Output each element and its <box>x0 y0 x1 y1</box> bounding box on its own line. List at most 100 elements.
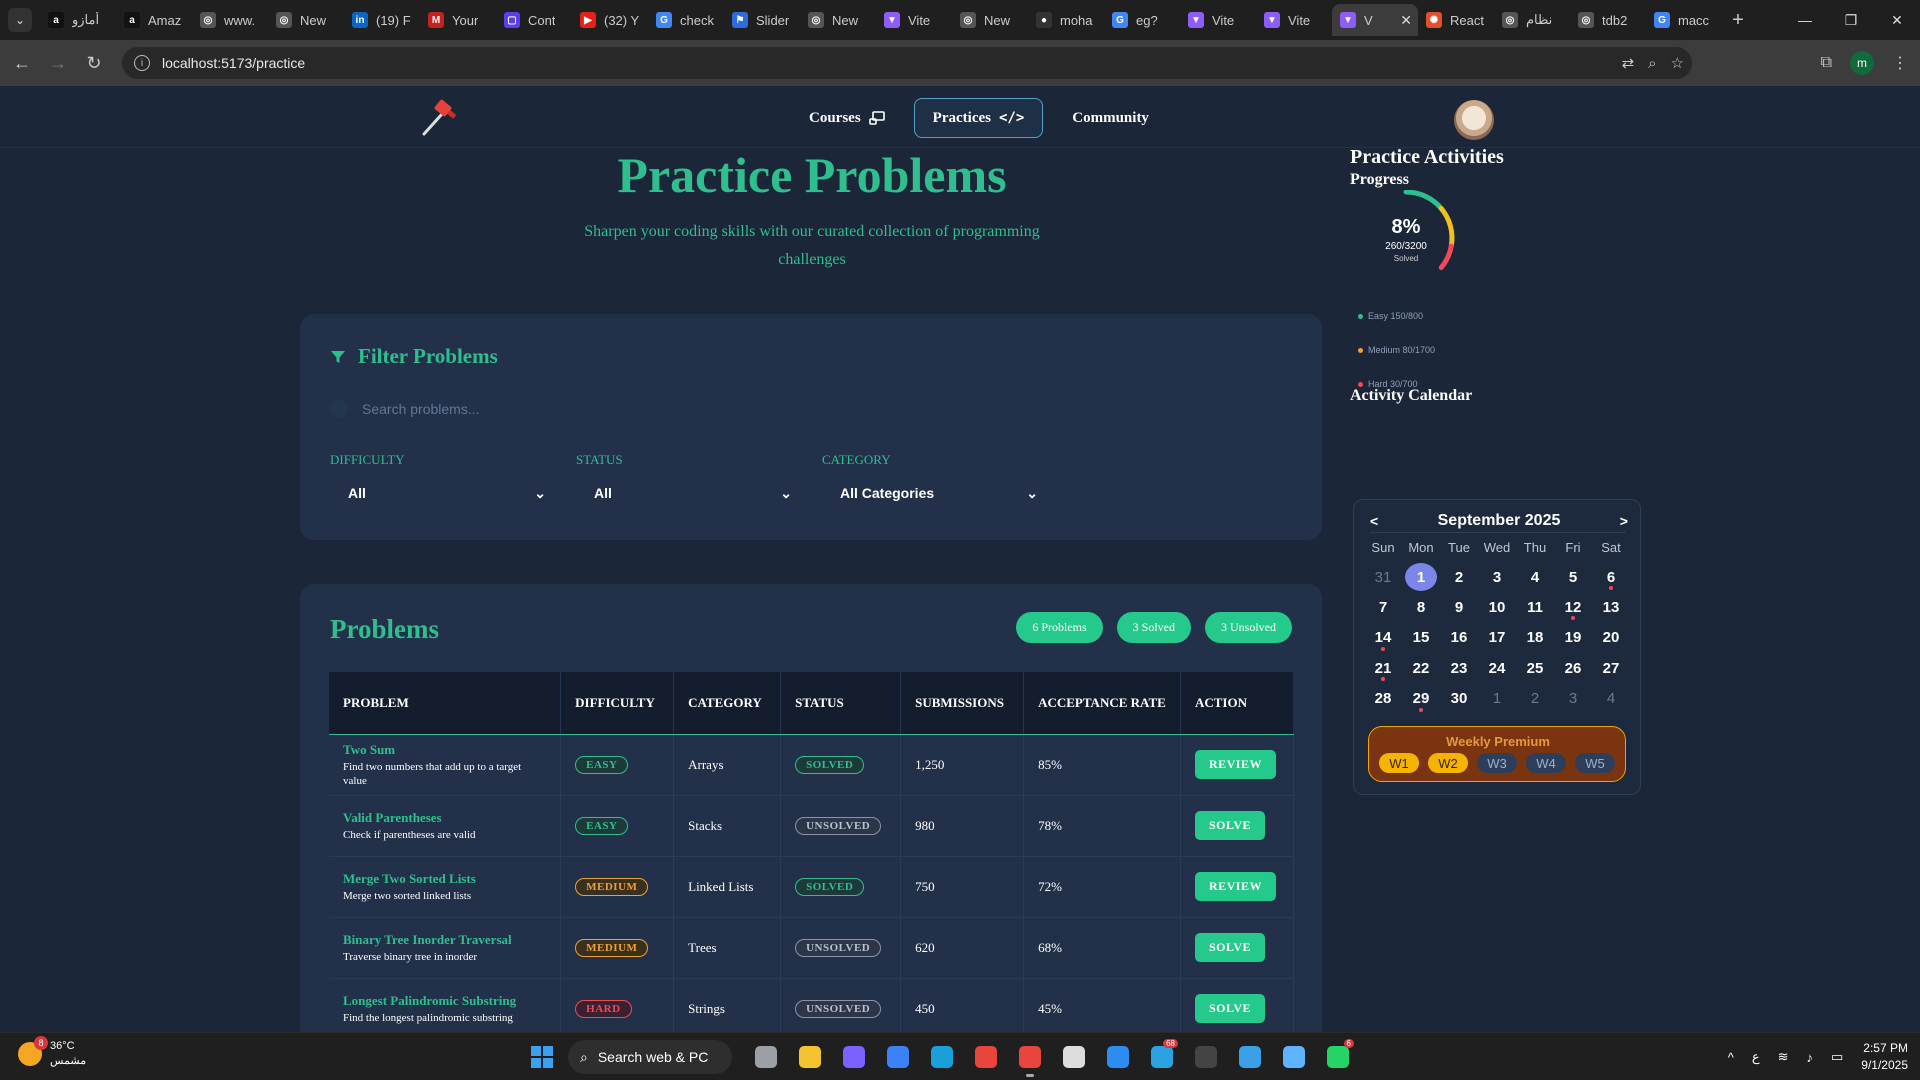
calendar-day[interactable]: 9 <box>1440 592 1478 622</box>
week-pill[interactable]: W5 <box>1575 753 1615 773</box>
taskbar-app[interactable] <box>968 1039 1004 1075</box>
problem-name[interactable]: Valid Parentheses <box>343 810 546 826</box>
nav-courses[interactable]: Courses <box>790 98 904 138</box>
search-input[interactable]: Search problems... <box>330 394 930 424</box>
calendar-day[interactable]: 2 <box>1440 562 1478 592</box>
calendar-day[interactable]: 17 <box>1478 623 1516 653</box>
browser-tab[interactable]: Gcheck <box>648 4 724 36</box>
bookmark-star-icon[interactable]: ☆ <box>1671 54 1684 72</box>
week-pill[interactable]: W2 <box>1428 753 1468 773</box>
prev-month-button[interactable]: < <box>1370 513 1378 529</box>
browser-tab[interactable]: a أمازو <box>40 4 116 36</box>
review-button[interactable]: REVIEW <box>1194 872 1276 901</box>
calendar-day[interactable]: 1 <box>1478 684 1516 714</box>
calendar-day[interactable]: 19 <box>1554 623 1592 653</box>
input-language[interactable]: ع <box>1752 1049 1760 1065</box>
browser-tab[interactable]: ● moha <box>1028 4 1104 36</box>
taskbar-app[interactable] <box>1100 1039 1136 1075</box>
problem-name[interactable]: Two Sum <box>343 742 546 758</box>
difficulty-select[interactable]: All ⌄ <box>330 476 556 510</box>
minimize-icon[interactable]: — <box>1782 0 1828 40</box>
calendar-day[interactable]: 24 <box>1478 653 1516 683</box>
wifi-icon[interactable]: ≋ <box>1778 1049 1789 1065</box>
browser-tab[interactable]: in (19) F <box>344 4 420 36</box>
browser-tab[interactable]: ✺ React <box>1418 4 1494 36</box>
start-button[interactable] <box>524 1039 560 1075</box>
browser-tab[interactable]: ◎ New <box>268 4 344 36</box>
calendar-day[interactable]: 3 <box>1478 562 1516 592</box>
problem-name[interactable]: Longest Palindromic Substring <box>343 993 546 1009</box>
browser-tab[interactable]: Gmacc <box>1646 4 1722 36</box>
browser-tab[interactable]: ◎ www. <box>192 4 268 36</box>
browser-tab[interactable]: ▼ Vite <box>1256 4 1332 36</box>
calendar-day[interactable]: 28 <box>1364 684 1402 714</box>
browser-tab[interactable]: ◎ New <box>800 4 876 36</box>
calendar-day[interactable]: 21 <box>1364 653 1402 683</box>
browser-tab[interactable]: ◎ tdb2 <box>1570 4 1646 36</box>
calendar-day[interactable]: 20 <box>1592 623 1630 653</box>
calendar-day[interactable]: 10 <box>1478 592 1516 622</box>
taskbar-app[interactable] <box>1232 1039 1268 1075</box>
volume-icon[interactable]: ♪ <box>1806 1050 1813 1065</box>
week-pill[interactable]: W4 <box>1526 753 1566 773</box>
browser-tab[interactable]: ▢ Cont <box>496 4 572 36</box>
calendar-day[interactable]: 7 <box>1364 592 1402 622</box>
close-window-icon[interactable]: ✕ <box>1874 0 1920 40</box>
new-tab-button[interactable]: + <box>1722 9 1754 32</box>
problem-name[interactable]: Binary Tree Inorder Traversal <box>343 932 546 948</box>
taskbar-search[interactable]: ⌕ Search web & PC <box>568 1040 732 1074</box>
review-button[interactable]: REVIEW <box>1194 750 1276 779</box>
calendar-day[interactable]: 4 <box>1516 562 1554 592</box>
taskbar-app[interactable]: 6 <box>1320 1039 1356 1075</box>
calendar-day[interactable]: 6 <box>1592 562 1630 592</box>
calendar-day[interactable]: 5 <box>1554 562 1592 592</box>
browser-tab[interactable]: a Amaz <box>116 4 192 36</box>
taskbar-app[interactable] <box>748 1039 784 1075</box>
problem-name[interactable]: Merge Two Sorted Lists <box>343 871 546 887</box>
week-pill[interactable]: W1 <box>1379 753 1419 773</box>
calendar-day[interactable]: 14 <box>1364 623 1402 653</box>
calendar-day[interactable]: 27 <box>1592 653 1630 683</box>
browser-tab[interactable]: ▶ (32) Y <box>572 4 648 36</box>
profile-avatar[interactable]: m <box>1850 51 1874 75</box>
status-select[interactable]: All ⌄ <box>576 476 802 510</box>
forward-button[interactable]: → <box>40 45 76 81</box>
browser-tab[interactable]: ◎ نظام <box>1494 4 1570 36</box>
calendar-day[interactable]: 8 <box>1402 592 1440 622</box>
browser-tab[interactable]: ◎ New <box>952 4 1028 36</box>
next-month-button[interactable]: > <box>1620 513 1628 529</box>
nav-community[interactable]: Community <box>1053 98 1168 138</box>
category-select[interactable]: All Categories ⌄ <box>822 476 1048 510</box>
calendar-day[interactable]: 13 <box>1592 592 1630 622</box>
taskbar-app[interactable] <box>880 1039 916 1075</box>
taskbar-app[interactable] <box>924 1039 960 1075</box>
taskbar-app[interactable] <box>836 1039 872 1075</box>
calendar-day[interactable]: 3 <box>1554 684 1592 714</box>
taskbar-app[interactable] <box>792 1039 828 1075</box>
browser-tab[interactable]: ▼ Vite <box>1180 4 1256 36</box>
calendar-day[interactable]: 18 <box>1516 623 1554 653</box>
address-bar[interactable]: i localhost:5173/practice ⇄ ⌕ ☆ <box>122 47 1692 79</box>
browser-tab[interactable]: Geg? <box>1104 4 1180 36</box>
calendar-day[interactable]: 26 <box>1554 653 1592 683</box>
zoom-icon[interactable]: ⌕ <box>1648 55 1656 72</box>
browser-tab[interactable]: ⚑ Slider <box>724 4 800 36</box>
nav-practices[interactable]: Practices </> <box>913 98 1044 138</box>
browser-tab[interactable]: M Your <box>420 4 496 36</box>
calendar-day[interactable]: 31 <box>1364 562 1402 592</box>
tab-search-button[interactable]: ⌄ <box>8 8 32 32</box>
reload-button[interactable]: ↻ <box>76 45 112 81</box>
calendar-day[interactable]: 4 <box>1592 684 1630 714</box>
restore-icon[interactable]: ❐ <box>1828 0 1874 40</box>
calendar-day[interactable]: 30 <box>1440 684 1478 714</box>
calendar-day[interactable]: 23 <box>1440 653 1478 683</box>
menu-kebab-icon[interactable]: ⋮ <box>1892 53 1908 73</box>
extensions-icon[interactable]: ⧉ <box>1821 54 1832 72</box>
battery-icon[interactable]: ▭ <box>1831 1049 1843 1065</box>
back-button[interactable]: ← <box>4 45 40 81</box>
taskbar-app[interactable] <box>1188 1039 1224 1075</box>
week-pill[interactable]: W3 <box>1477 753 1517 773</box>
weather-widget[interactable]: 8 36°C مشمس <box>18 1036 86 1069</box>
calendar-day[interactable]: 29 <box>1402 684 1440 714</box>
taskbar-app[interactable]: 68 <box>1144 1039 1180 1075</box>
